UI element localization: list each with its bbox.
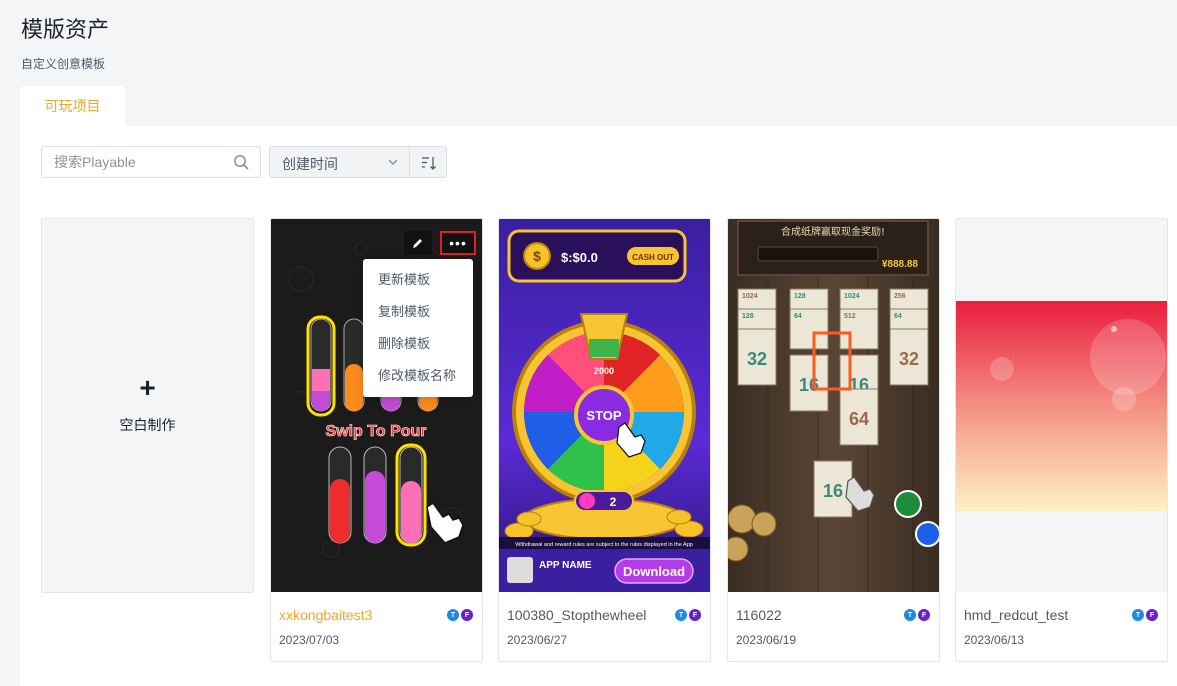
search-input[interactable] [54, 147, 224, 177]
merge-card-value: 128 [794, 293, 806, 300]
platform-badges: T F [447, 609, 473, 621]
tab-playable[interactable]: 可玩项目 [20, 86, 125, 126]
platform-badge-t: T [447, 609, 459, 621]
wheel-spins: 2 [610, 495, 617, 509]
merge-card-value: 256 [894, 293, 906, 300]
edit-button[interactable] [404, 231, 432, 255]
sort-select[interactable]: 创建时间 [269, 146, 410, 178]
card-date: 2023/06/27 [507, 633, 568, 647]
gradient-image [956, 219, 1167, 592]
card-context-menu: 更新模板 复制模板 删除模板 修改模板名称 [363, 259, 473, 397]
template-thumbnail [956, 219, 1167, 592]
card-name[interactable]: 116022 [736, 607, 782, 623]
chevron-down-icon [388, 159, 398, 165]
template-card[interactable]: hmd_redcut_test T F 2023/06/13 [955, 218, 1168, 662]
platform-badge-t: T [904, 609, 916, 621]
merge-card-value: 16 [799, 375, 819, 395]
tab-bar: 可玩项目 [0, 86, 1177, 126]
menu-item-rename-template[interactable]: 修改模板名称 [363, 360, 473, 392]
page-subtitle: 自定义创意模板 [21, 57, 106, 71]
blank-create-label: 空白制作 [119, 417, 176, 433]
sort-order-button[interactable] [409, 146, 447, 178]
platform-badges: T F [675, 609, 701, 621]
pencil-icon [413, 239, 422, 248]
merge-card-value: 128 [742, 313, 754, 320]
page-title: 模版资产 [21, 17, 110, 42]
wheel-app-name: APP NAME [539, 560, 592, 571]
menu-item-update-template[interactable]: 更新模板 [363, 264, 473, 296]
card-name[interactable]: xxkongbaitest3 [279, 607, 372, 623]
platform-badge-t: T [675, 609, 687, 621]
template-card[interactable]: $ $:$0.0 CASH OUT 2000 STOP 2 Withdrawal… [498, 218, 711, 662]
merge-card-value: 1024 [844, 293, 860, 300]
card-name[interactable]: hmd_redcut_test [964, 607, 1068, 623]
content-panel: 创建时间 + 空白制作 [20, 126, 1177, 686]
merge-card-value: 64 [894, 313, 902, 320]
platform-badges: T F [904, 609, 930, 621]
menu-item-copy-template[interactable]: 复制模板 [363, 296, 473, 328]
card-date: 2023/06/13 [964, 633, 1025, 647]
wheel-center-label: STOP [586, 408, 621, 423]
search-icon[interactable] [233, 154, 249, 170]
wheel-download: Download [623, 564, 685, 579]
wheel-prize: 2000 [594, 366, 614, 376]
card-merge-banner: 合成纸牌赢取现金奖励! [781, 225, 885, 238]
merge-card-value: 1024 [742, 293, 758, 300]
merge-card-value: 16 [823, 481, 843, 501]
spin-wheel-image: $ $:$0.0 CASH OUT 2000 STOP 2 Withdrawal… [499, 219, 710, 592]
plus-icon: + [139, 372, 156, 403]
merge-card-value: 32 [747, 349, 767, 369]
template-thumbnail: $ $:$0.0 CASH OUT 2000 STOP 2 Withdrawal… [499, 219, 710, 592]
sort-select-value: 创建时间 [282, 156, 338, 172]
card-name[interactable]: 100380_Stopthewheel [507, 607, 646, 623]
wheel-balance: $:$0.0 [561, 250, 598, 265]
platform-badge-f: F [461, 609, 473, 621]
card-date: 2023/07/03 [279, 633, 340, 647]
platform-badges: T F [1132, 609, 1158, 621]
thumbnail-caption: Swip To Pour [325, 423, 426, 440]
platform-badge-f: F [918, 609, 930, 621]
merge-card-value: 32 [899, 349, 919, 369]
menu-item-delete-template[interactable]: 删除模板 [363, 328, 473, 360]
wheel-disclaimer: Withdrawal and reward rules are subject … [515, 542, 693, 548]
merge-card-value: 512 [844, 313, 856, 320]
card-merge-image: 合成纸牌赢取现金奖励! ¥888.88 1024 128 1024 256 128 64 5… [728, 219, 939, 592]
wheel-cashout: CASH OUT [632, 253, 674, 262]
platform-badge-f: F [1146, 609, 1158, 621]
tube-row-bottom [328, 443, 427, 547]
platform-badge-f: F [689, 609, 701, 621]
more-dots-icon[interactable]: ••• [440, 231, 476, 255]
card-date: 2023/06/19 [736, 633, 797, 647]
template-card[interactable]: 合成纸牌赢取现金奖励! ¥888.88 1024 128 1024 256 128 64 5… [727, 218, 940, 662]
merge-card-value: 64 [849, 409, 869, 429]
page-header: 模版资产 自定义创意模板 [0, 0, 1177, 90]
sort-order-icon [422, 157, 436, 170]
merge-card-value: 64 [794, 313, 802, 320]
search-box[interactable] [41, 146, 261, 178]
svg-text:$: $ [533, 248, 541, 264]
platform-badge-t: T [1132, 609, 1144, 621]
blank-create-card[interactable]: + 空白制作 [41, 218, 254, 593]
template-thumbnail: 合成纸牌赢取现金奖励! ¥888.88 1024 128 1024 256 128 64 5… [728, 219, 939, 592]
card-merge-prize: ¥888.88 [882, 259, 919, 270]
